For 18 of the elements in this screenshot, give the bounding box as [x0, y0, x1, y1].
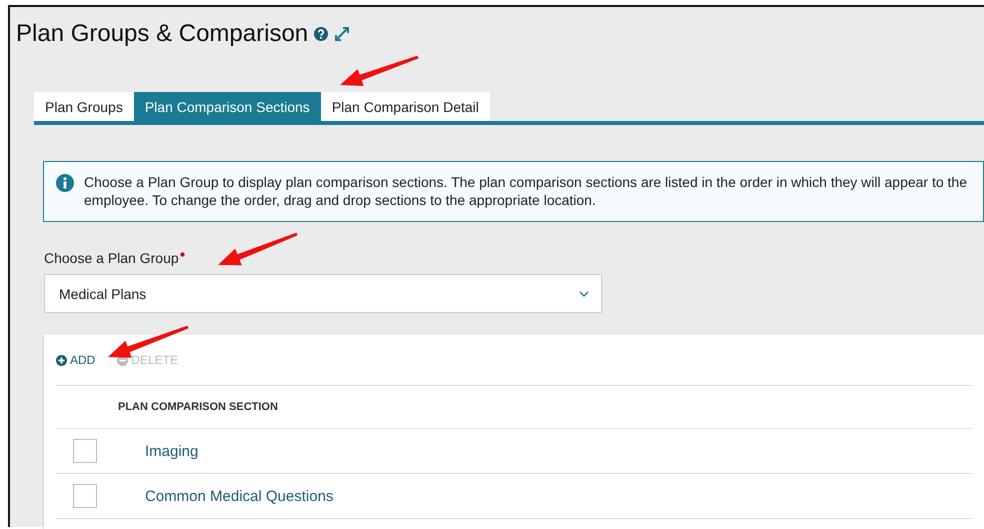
info-text: Choose a Plan Group to display plan comparison sections. The plan comparison sections are listed in the order in which they will appear to the employee. To change the order, drag and drop sections to the appropriate location. [84, 173, 968, 209]
tab[interactable]: Plan Comparison Detail [320, 92, 490, 121]
help-icon[interactable] [314, 27, 328, 41]
add-button[interactable]: ADD [56, 353, 96, 367]
plan-group-dropdown[interactable]: Medical Plans [44, 274, 602, 313]
table-cell: Common Medical Questions [145, 488, 334, 504]
tab[interactable]: Plan Groups [34, 92, 134, 121]
checkbox[interactable] [73, 439, 97, 463]
column-header: PLAN COMPARISON SECTION [118, 401, 278, 413]
table-cell: Imaging [145, 442, 198, 460]
tab[interactable]: Plan Comparison Sections [134, 92, 321, 121]
info-icon [56, 174, 74, 192]
page-title: Plan Groups & Comparison [16, 20, 308, 48]
plus-circle-icon [56, 354, 67, 366]
checkbox[interactable] [73, 484, 97, 508]
chevron-down-icon [579, 290, 589, 296]
expand-icon[interactable] [334, 26, 350, 42]
field-label: Choose a Plan Group [44, 250, 984, 266]
